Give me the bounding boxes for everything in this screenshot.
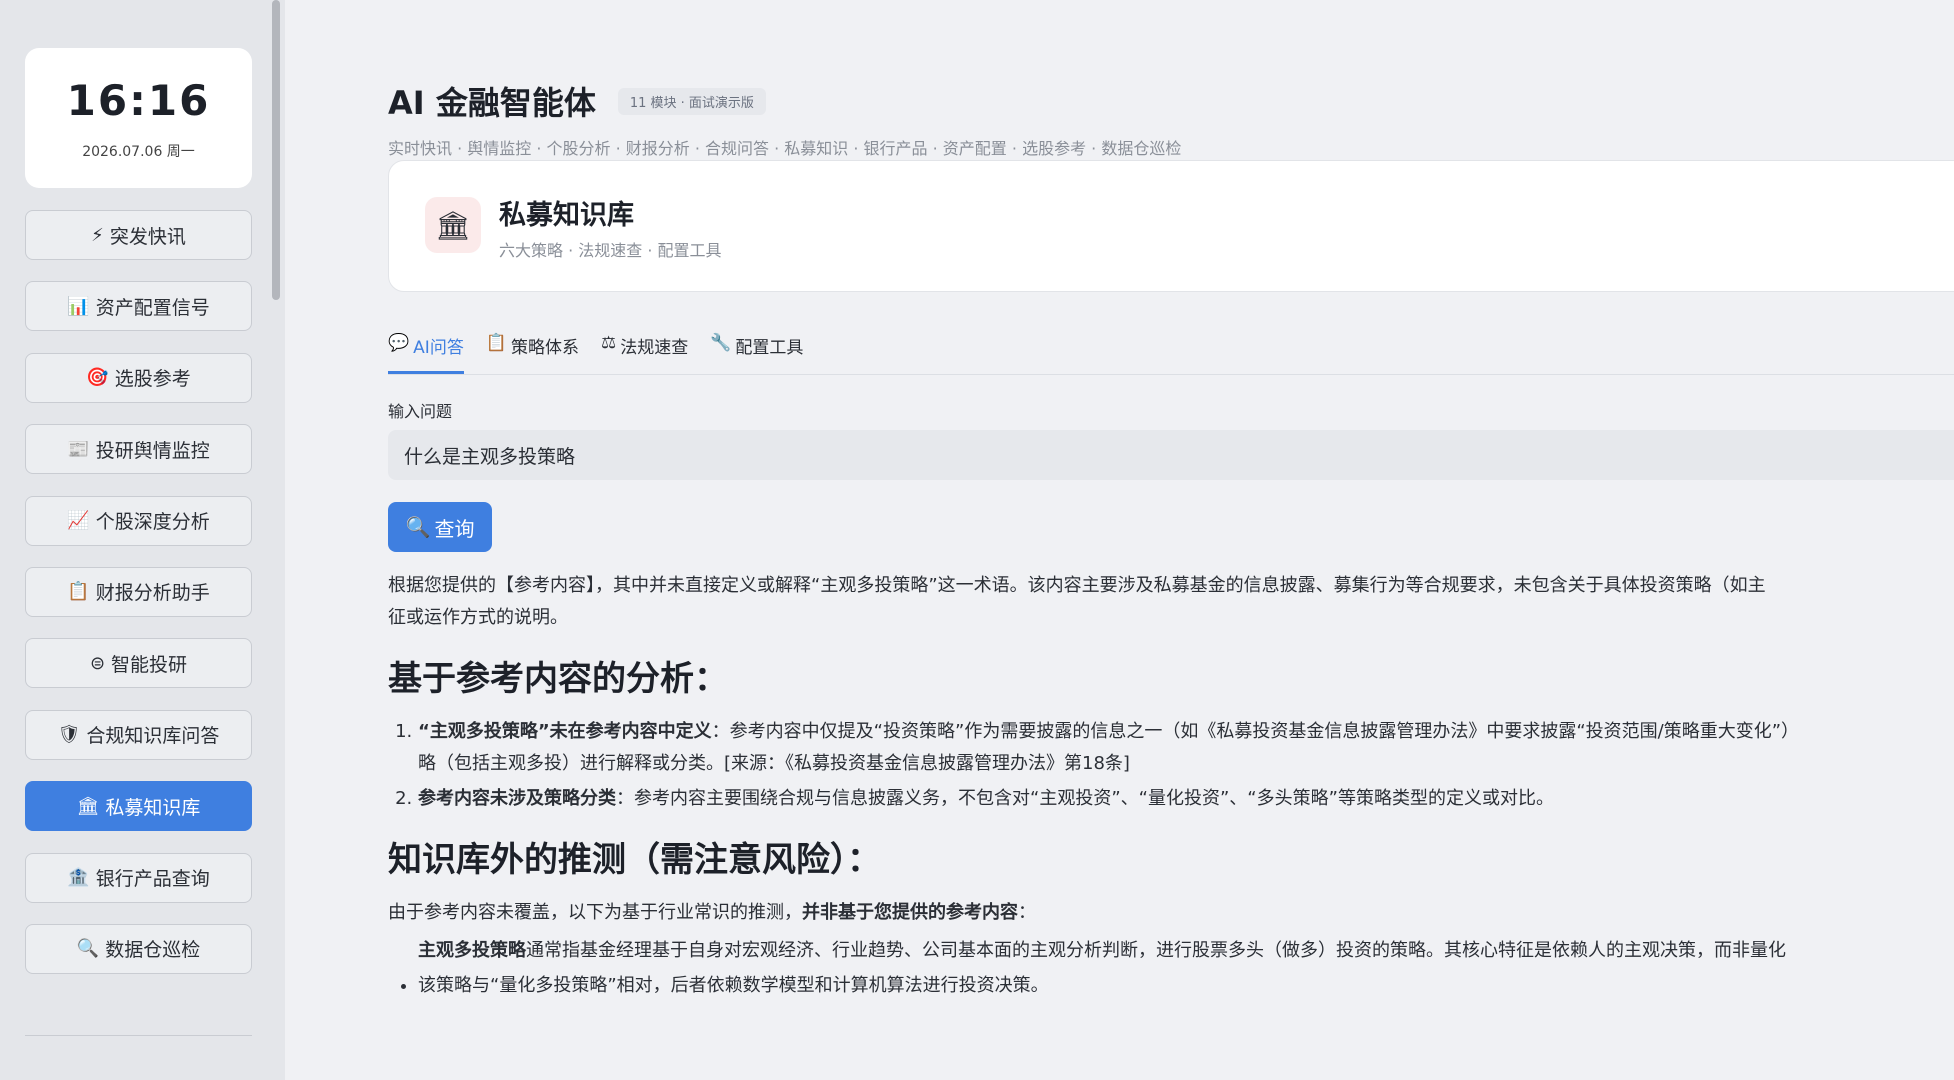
answer-heading-analysis: 基于参考内容的分析： [388,659,728,699]
sidebar-scrollbar[interactable] [272,0,280,300]
query-input[interactable] [388,430,1954,480]
answer-intro-cont: 征或运作方式的说明。 [388,607,568,628]
tab-ai-qa[interactable]: 💬 AI问答 [388,330,464,374]
point-text: ：参考内容中仅提及“投资策略”作为需要披露的信息之一（如《私募投资基金信息披露管… [711,721,1800,742]
breaking-news-icon: ⚡ [91,224,104,246]
bullet-text: 该策略与“量化多投策略”相对，后者依赖数学模型和计算机算法进行投资决策。 [418,975,1049,996]
nav-private-fund[interactable]: 🏛 私募知识库 [25,781,252,832]
nav-bank-products[interactable]: 🏦 银行产品查询 [25,852,252,903]
wrench-icon: 🔧 [710,333,732,353]
version-badge: 11 模块 · 面试演示版 [617,87,766,115]
app-subtitle: 实时快讯 · 舆情监控 · 个股分析 · 财报分析 · 合规问答 · 私募知识 … [388,139,1182,158]
module-header-card: 🏛 私募知识库 六大策略 · 法规速查 · 配置工具 [388,160,1954,292]
bank-products-icon: 🏦 [67,867,90,889]
nav-label: 银行产品查询 [95,868,210,891]
financial-report-icon: 📋 [67,581,90,603]
tab-config-tools[interactable]: 🔧 配置工具 [710,330,803,374]
note-bold: 并非基于您提供的参考内容 [802,902,1018,923]
stock-analysis-icon: 📈 [67,510,90,532]
module-subtitle: 六大策略 · 法规速查 · 配置工具 [499,241,722,260]
main-content: AI 金融智能体 11 模块 · 面试演示版 实时快讯 · 舆情监控 · 个股分… [388,0,1954,1080]
query-button[interactable]: 🔍 查询 [388,502,492,552]
answer-intro: 根据您提供的【参考内容】，其中并未直接定义或解释“主观多投策略”这一术语。该内容… [388,575,1766,596]
query-label: 输入问题 [388,402,453,421]
nav-compliance[interactable]: 🛡 合规知识库问答 [25,709,252,760]
clock-date: 2026.07.06 周一 [82,144,195,160]
point-text: ：参考内容主要围绕合规与信息披露义务，不包含对“主观投资”、“量化投资”、“多头… [616,788,1554,809]
nav-label: 资产配置信号 [95,296,210,319]
note-suffix: ： [1018,902,1036,923]
sentiment-icon: 📰 [67,438,90,460]
chat-bubble-icon: 💬 [388,333,410,353]
point-text-cont: 略（包括主观多投）进行解释或分类。[来源：《私募投资基金信息披露管理办法》第18… [418,753,1130,774]
nav-stock-analysis[interactable]: 📈 个股深度分析 [25,495,252,546]
sidebar-nav: ⚡ 突发快讯 📊 资产配置信号 🎯 选股参考 📰 投研舆情监控 📈 个股深度分析 📋 财报分析助手 ⊜ 智… [25,210,252,995]
nav-label: 合规知识库问答 [86,725,220,748]
sidebar: 16:16 2026.07.06 周一 ⚡ 突发快讯 📊 资产配置信号 🎯 选股参考 📰 投研… [0,0,285,1080]
nav-label: 智能投研 [111,653,188,676]
bullet-text: 通常指基金经理基于自身对宏观经济、行业趋势、公司基本面的主观分析判断，进行股票多… [526,940,1786,961]
list-item: 参考内容未涉及策略分类：参考内容主要围绕合规与信息披露义务，不包含对“主观投资”… [418,783,1954,815]
scales-icon: ⚖ [601,333,617,353]
nav-data-warehouse[interactable]: 🔍 数据仓巡检 [25,923,252,974]
point-title: 参考内容未涉及策略分类 [418,788,616,809]
nav-asset-allocation[interactable]: 📊 资产配置信号 [25,281,252,332]
tab-strategy[interactable]: 📋 策略体系 [486,330,579,374]
list-item: 该策略与“量化多投策略”相对，后者依赖数学模型和计算机算法进行投资决策。 [418,970,1954,1002]
analysis-list: “主观多投策略”未在参考内容中定义：参考内容中仅提及“投资策略”作为需要披露的信… [388,716,1954,815]
nav-label: 突发快讯 [109,225,186,248]
nav-label: 财报分析助手 [95,582,210,605]
nav-breaking-news[interactable]: ⚡ 突发快讯 [25,210,252,260]
stock-picks-icon: 🎯 [86,367,109,389]
nav-smart-research[interactable]: ⊜ 智能投研 [25,638,252,689]
clock-card: 16:16 2026.07.06 周一 [25,48,252,188]
clipboard-icon: 📋 [485,333,507,353]
list-item: 主观多投策略通常指基金经理基于自身对宏观经济、行业趋势、公司基本面的主观分析判断… [418,935,1954,967]
answer-heading-speculation: 知识库外的推测（需注意风险）： [388,840,881,880]
nav-label: 个股深度分析 [95,511,210,534]
tab-bar: 💬 AI问答 📋 策略体系 ⚖ 法规速查 🔧 配置工具 [388,330,1954,375]
nav-sentiment[interactable]: 📰 投研舆情监控 [25,424,252,475]
answer-panel: 根据您提供的【参考内容】，其中并未直接定义或解释“主观多投策略”这一术语。该内容… [388,570,1954,1005]
asset-allocation-icon: 📊 [67,295,90,317]
module-title: 私募知识库 [499,200,634,231]
tab-label: 配置工具 [735,338,804,358]
smart-research-icon: ⊜ [89,652,106,674]
tab-regulations[interactable]: ⚖ 法规速查 [601,330,688,374]
nav-label: 私募知识库 [105,796,201,819]
nav-label: 选股参考 [114,368,191,391]
speculation-note: 由于参考内容未覆盖，以下为基于行业常识的推测，并非基于您提供的参考内容： [388,897,1954,929]
list-item: “主观多投策略”未在参考内容中定义：参考内容中仅提及“投资策略”作为需要披露的信… [418,716,1954,780]
search-icon: 🔍 [405,516,431,539]
private-fund-icon: 🏛 [76,795,100,817]
data-warehouse-icon: 🔍 [76,938,100,960]
tab-label: 策略体系 [511,338,579,358]
query-button-label: 查询 [434,518,475,541]
nav-stock-picks[interactable]: 🎯 选股参考 [25,352,252,403]
tab-label: 法规速查 [620,338,689,358]
bank-building-icon: 🏛 [425,197,481,253]
tab-label: AI问答 [413,338,464,358]
nav-label: 数据仓巡检 [105,939,201,962]
note-prefix: 由于参考内容未覆盖，以下为基于行业常识的推测， [388,902,802,923]
speculation-list: 主观多投策略通常指基金经理基于自身对宏观经济、行业趋势、公司基本面的主观分析判断… [388,935,1954,1002]
nav-financial-report[interactable]: 📋 财报分析助手 [25,566,252,617]
nav-label: 投研舆情监控 [95,439,210,462]
bullet-title: 主观多投策略 [418,940,526,961]
point-title: “主观多投策略”未在参考内容中定义 [418,721,712,742]
app-title: AI 金融智能体 [388,84,596,122]
compliance-icon: 🛡 [57,724,81,746]
sidebar-divider [25,1035,252,1036]
clock-time: 16:16 [66,76,211,125]
